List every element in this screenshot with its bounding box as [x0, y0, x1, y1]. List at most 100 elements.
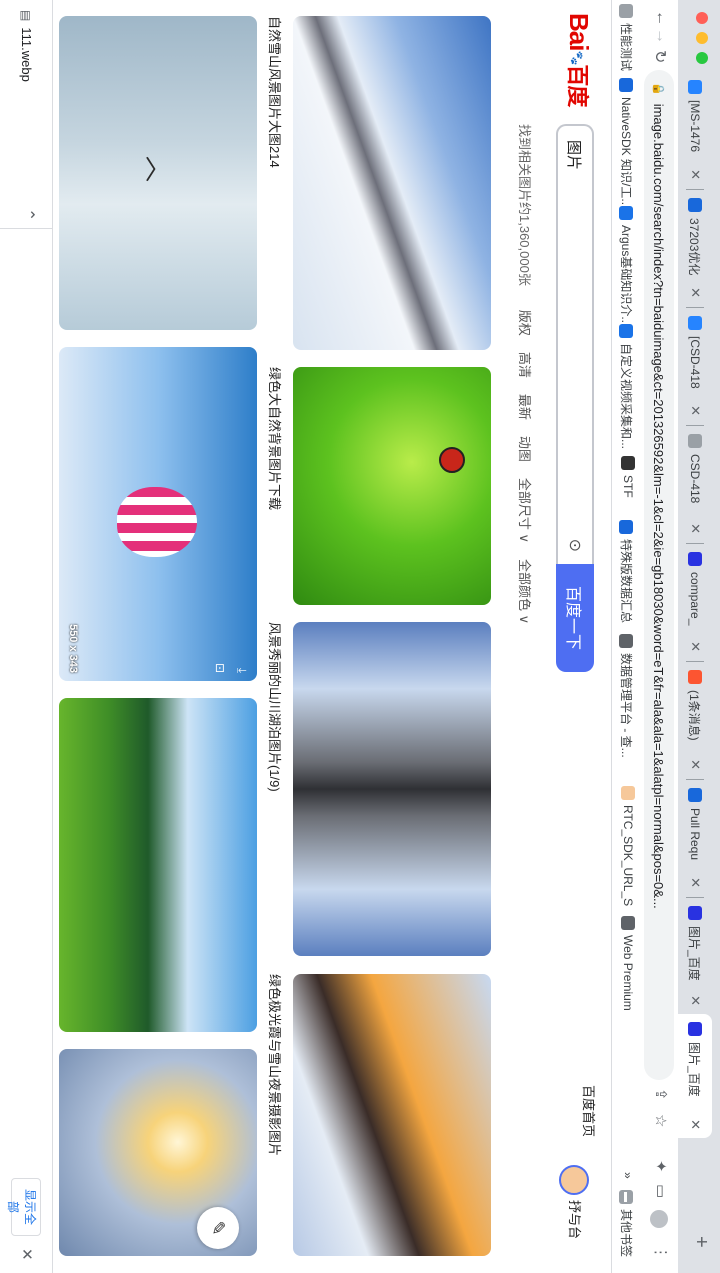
close-tab-icon[interactable]: ✕ — [687, 641, 703, 652]
other-bookmarks-label: 其他书签 — [619, 1209, 633, 1258]
jira-icon — [688, 80, 702, 94]
reload-icon[interactable]: ↻ — [650, 50, 670, 63]
bookmark-label: RTC_SDK_URL_S — [621, 805, 635, 907]
ladybug-shape — [439, 447, 465, 473]
camera-icon[interactable]: ⊙ — [565, 539, 585, 552]
tab-7[interactable]: Pull Requ ✕ — [678, 780, 712, 896]
visual-search-icon[interactable]: ⊡ — [213, 663, 227, 673]
menu-icon[interactable]: ⋮ — [652, 1245, 670, 1260]
globe-icon — [621, 916, 635, 930]
filter-animated[interactable]: 动图 — [516, 436, 535, 462]
baidu-paw-icon — [688, 1022, 702, 1036]
new-tab-icon[interactable]: + — [689, 1236, 712, 1248]
edit-button[interactable]: ✎ — [197, 1207, 239, 1249]
caption-3[interactable]: 风景秀丽的山川湖泊图片(1/9) — [266, 622, 285, 792]
browser-window: [MS-1476 ✕ 37203优化 ✕ [CSD-418 ✕ CSD-418 ✕ compar… — [0, 0, 720, 1273]
download-icon[interactable]: ⤓ — [234, 668, 249, 673]
bookmark-6[interactable]: 特殊版数据汇总 — [618, 520, 635, 623]
close-tab-icon[interactable]: ✕ — [687, 995, 703, 1006]
tab-strip: [MS-1476 ✕ 37203优化 ✕ [CSD-418 ✕ CSD-418 ✕ compar… — [678, 0, 720, 1273]
confluence-icon — [619, 520, 634, 534]
extensions-icon[interactable]: ✦ — [652, 1160, 670, 1173]
bookmark-1[interactable]: 性能测试 — [618, 4, 635, 71]
avatar[interactable] — [559, 1165, 589, 1195]
tab-8[interactable]: 图片_百度 ✕ — [678, 898, 712, 1014]
tab-title: [MS-1476 — [688, 100, 702, 153]
tab-1[interactable]: [MS-1476 ✕ — [678, 72, 712, 188]
tab-3[interactable]: [CSD-418 ✕ — [678, 308, 712, 424]
bird-shape: ︿ — [142, 156, 172, 183]
bookmarks-overflow-button[interactable]: » — [621, 1172, 635, 1179]
argus-icon — [619, 206, 634, 220]
bookmark-7[interactable]: 数据管理平台 - 查... — [618, 634, 635, 758]
close-icon[interactable]: ✕ — [18, 1248, 36, 1261]
username[interactable]: 抒与台 — [566, 1200, 585, 1239]
bookmark-3[interactable]: Argus基础知识介... — [618, 206, 635, 326]
bookmark-8[interactable]: RTC_SDK_URL_S — [621, 786, 635, 906]
profile-icon[interactable] — [650, 1210, 668, 1228]
url-text: image.baidu.com/search/index?tn=baiduima… — [651, 103, 667, 909]
chevron-up-icon[interactable]: ⌃ — [18, 208, 38, 221]
result-image-hot-air-balloons[interactable]: 550 x 343 ⤓ ⊡ — [59, 347, 257, 681]
zoom-window-button[interactable] — [696, 52, 708, 64]
back-icon[interactable]: ← — [652, 10, 670, 26]
filter-size-dropdown[interactable]: 全部尺寸 ∨ — [516, 478, 535, 543]
close-tab-icon[interactable]: ✕ — [687, 523, 703, 534]
baidu-logo[interactable]: Bai🐾百度 — [563, 13, 595, 106]
show-all-button[interactable]: 显示全部 — [6, 1178, 41, 1236]
paw-icon: 🐾 — [569, 50, 584, 65]
result-image-snowy-mountain[interactable] — [293, 16, 491, 350]
caption-2[interactable]: 绿色大自然背景图片下载 — [266, 367, 285, 510]
bookmark-5[interactable]: STF — [621, 456, 635, 498]
close-window-button[interactable] — [696, 12, 708, 24]
tab-title: CSD-418 — [688, 454, 702, 504]
logo-du: 百度 — [565, 64, 590, 107]
tab-title: [CSD-418 — [688, 336, 702, 389]
result-image-sunset-snow[interactable] — [293, 974, 491, 1256]
search-button[interactable]: 百度一下 — [556, 564, 594, 672]
close-tab-icon[interactable]: ✕ — [687, 877, 703, 888]
close-tab-icon[interactable]: ✕ — [687, 405, 703, 416]
tab-4[interactable]: CSD-418 ✕ — [678, 426, 712, 542]
share-icon[interactable]: ⇪ — [652, 1088, 670, 1101]
filter-hd[interactable]: 高清 — [516, 352, 535, 378]
close-tab-icon[interactable]: ✕ — [687, 759, 703, 770]
bookmark-9[interactable]: Web Premium — [621, 916, 635, 1011]
address-bar[interactable]: 🔒 image.baidu.com/search/index?tn=baidui… — [644, 70, 674, 1080]
sidepanel-icon[interactable]: ▭ — [652, 1184, 670, 1198]
tab-9[interactable]: 图片_百度 ✕ — [678, 1014, 712, 1138]
confluence-icon — [688, 198, 702, 212]
result-image-green-mountain[interactable] — [59, 698, 257, 1032]
forward-icon[interactable]: → — [652, 28, 670, 44]
tab-5[interactable]: compare_ ✕ — [678, 544, 712, 660]
result-image-seabird[interactable]: ︿ — [59, 16, 257, 330]
caption-4[interactable]: 绿色极光霞与雪山夜景摄影图片 — [266, 974, 285, 1156]
close-tab-icon[interactable]: ✕ — [687, 169, 703, 180]
minimize-window-button[interactable] — [696, 32, 708, 44]
tab-2[interactable]: 37203优化 ✕ — [678, 190, 712, 306]
bookmark-star-icon[interactable]: ☆ — [652, 1114, 670, 1127]
bookmark-label: 数据管理平台 - 查... — [619, 653, 633, 758]
folder-icon — [619, 4, 634, 18]
result-image-ladybug[interactable] — [293, 367, 491, 605]
home-link[interactable]: 百度首页 — [580, 1085, 599, 1137]
lock-icon: 🔒 — [652, 82, 665, 96]
download-item[interactable]: ▤ 111.webp — [19, 10, 34, 82]
filter-latest[interactable]: 最新 — [516, 394, 535, 420]
bookmark-label: STF — [621, 475, 635, 498]
filter-copyright[interactable]: 版权 — [516, 310, 535, 336]
balloon-shape — [117, 487, 197, 557]
bookmark-4[interactable]: 自定义视频采集和... — [618, 324, 635, 449]
close-tab-icon[interactable]: ✕ — [687, 287, 703, 298]
other-bookmarks[interactable]: ▬ 其他书签 — [618, 1190, 635, 1257]
result-image-mountain-lake[interactable] — [293, 622, 491, 956]
bookmark-2[interactable]: NativeSDK 知识/工... — [618, 78, 635, 208]
divider — [0, 228, 52, 229]
close-tab-icon[interactable]: ✕ — [687, 1119, 703, 1130]
tab-6[interactable]: (1条消息) ✕ — [678, 662, 712, 778]
caption-1[interactable]: 自然雪山风景图片大图214 — [266, 16, 285, 168]
image-dimensions: 550 x 343 — [67, 624, 79, 673]
toolbar: ← → ↻ 🔒 image.baidu.com/search/index?tn=… — [640, 0, 678, 1273]
search-input[interactable]: 图片 ⊙ — [556, 124, 594, 564]
filter-color-dropdown[interactable]: 全部颜色 ∨ — [516, 559, 535, 624]
